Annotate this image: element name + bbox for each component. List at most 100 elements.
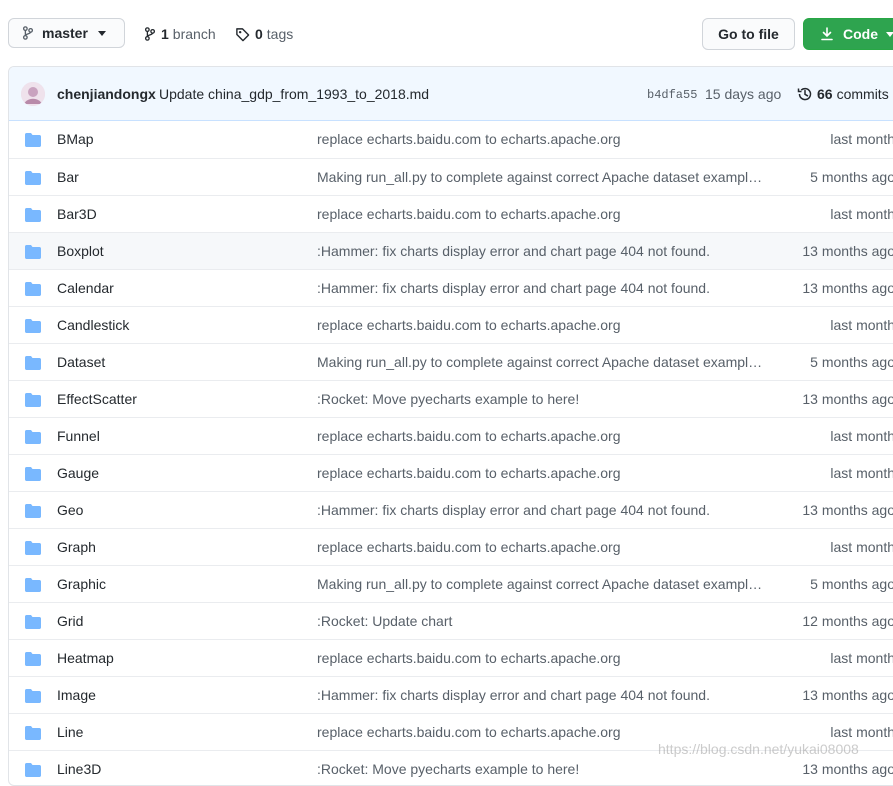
tags-count: 0 [255, 26, 263, 42]
file-name[interactable]: Line3D [57, 761, 101, 777]
avatar[interactable] [21, 82, 45, 106]
file-row[interactable]: Gauge replace echarts.baidu.com to echart… [9, 454, 893, 491]
file-row[interactable]: Line3D :Rocket: Move pyecharts example to… [9, 750, 893, 785]
file-commit-age: 5 months ago [810, 354, 893, 370]
history-icon [797, 87, 812, 101]
file-row[interactable]: BMap replace echarts.baidu.com to echarts… [9, 121, 893, 158]
file-name[interactable]: BMap [57, 131, 94, 147]
commit-count-label: commits [836, 86, 889, 102]
chevron-down-icon [886, 31, 893, 37]
file-commit-message[interactable]: :Rocket: Update chart [317, 613, 779, 629]
file-commit-message[interactable]: replace echarts.baidu.com to echarts.apa… [317, 206, 779, 222]
repo-toolbar: master 1 branch 0 tags Go to file Code [0, 0, 893, 66]
file-row[interactable]: Calendar :Hammer: fix charts display erro… [9, 269, 893, 306]
file-commit-message[interactable]: replace echarts.baidu.com to echarts.apa… [317, 724, 779, 740]
branch-select-button[interactable]: master [8, 18, 125, 48]
code-button[interactable]: Code [803, 18, 893, 50]
file-commit-age: 13 months ago [802, 280, 893, 296]
file-commit-age: last month [830, 465, 893, 481]
folder-icon [25, 726, 41, 740]
folder-icon [25, 133, 41, 147]
file-commit-age: last month [830, 131, 893, 147]
file-name[interactable]: Grid [57, 613, 83, 629]
file-commit-message[interactable]: Making run_all.py to complete against co… [317, 354, 779, 370]
file-row[interactable]: Dataset Making run_all.py to complete aga… [9, 343, 893, 380]
tag-icon [236, 27, 250, 41]
branch-name: master [42, 25, 88, 41]
file-row[interactable]: Heatmap replace echarts.baidu.com to echa… [9, 639, 893, 676]
file-name[interactable]: Graph [57, 539, 96, 555]
folder-icon [25, 393, 41, 407]
folder-icon [25, 282, 41, 296]
file-commit-age: last month [830, 539, 893, 555]
file-commit-message[interactable]: :Hammer: fix charts display error and ch… [317, 502, 779, 518]
file-commit-message[interactable]: replace echarts.baidu.com to echarts.apa… [317, 428, 779, 444]
folder-icon [25, 763, 41, 777]
download-icon [821, 27, 833, 41]
file-commit-age: 5 months ago [810, 576, 893, 592]
file-commit-message[interactable]: replace echarts.baidu.com to echarts.apa… [317, 650, 779, 666]
file-name[interactable]: Bar3D [57, 206, 97, 222]
file-name[interactable]: Line [57, 724, 83, 740]
file-name[interactable]: EffectScatter [57, 391, 137, 407]
file-row[interactable]: Image :Hammer: fix charts display error a… [9, 676, 893, 713]
tags-link[interactable]: 0 tags [235, 26, 293, 42]
file-commit-message[interactable]: replace echarts.baidu.com to echarts.apa… [317, 539, 779, 555]
file-name[interactable]: Candlestick [57, 317, 129, 333]
file-commit-message[interactable]: :Rocket: Move pyecharts example to here! [317, 391, 779, 407]
folder-icon [25, 652, 41, 666]
file-commit-age: last month [830, 206, 893, 222]
tags-label: tags [266, 26, 294, 42]
file-row[interactable]: Line replace echarts.baidu.com to echarts… [9, 713, 893, 750]
file-name[interactable]: Bar [57, 169, 79, 185]
commit-sha[interactable]: b4dfa55 [647, 88, 697, 102]
file-row[interactable]: Candlestick replace echarts.baidu.com to … [9, 306, 893, 343]
file-commit-age: last month [830, 428, 893, 444]
file-name[interactable]: Calendar [57, 280, 114, 296]
file-row[interactable]: Grid:Rocket: Update chart 12 months ago [9, 602, 893, 639]
file-row[interactable]: Geo :Hammer: fix charts display error and… [9, 491, 893, 528]
file-commit-age: last month [830, 317, 893, 333]
file-browser: chenjiandongx Update china_gdp_from_1993… [8, 66, 893, 786]
file-commit-message[interactable]: replace echarts.baidu.com to echarts.apa… [317, 317, 779, 333]
folder-icon [25, 615, 41, 629]
file-name[interactable]: Graphic [57, 576, 106, 592]
file-row[interactable]: Graph replace echarts.baidu.com to echart… [9, 528, 893, 565]
file-name[interactable]: Gauge [57, 465, 99, 481]
file-row[interactable]: Boxplot :Hammer: fix charts display error… [9, 232, 893, 269]
file-name[interactable]: Dataset [57, 354, 105, 370]
file-commit-message[interactable]: Making run_all.py to complete against co… [317, 576, 779, 592]
file-commit-message[interactable]: :Rocket: Move pyecharts example to here! [317, 761, 779, 777]
file-row[interactable]: Bar Making run_all.py to complete against… [9, 158, 893, 195]
file-row[interactable]: Funnel replace echarts.baidu.com to echar… [9, 417, 893, 454]
file-commit-age: 13 months ago [802, 687, 893, 703]
file-commit-message[interactable]: replace echarts.baidu.com to echarts.apa… [317, 131, 779, 147]
file-row[interactable]: EffectScatter :Rocket: Move pyecharts exa… [9, 380, 893, 417]
file-commit-age: 13 months ago [802, 761, 893, 777]
file-name[interactable]: Funnel [57, 428, 100, 444]
folder-icon [25, 319, 41, 333]
commit-message[interactable]: Update china_gdp_from_1993_to_2018.md [159, 86, 429, 102]
file-name[interactable]: Geo [57, 502, 83, 518]
file-commit-message[interactable]: :Hammer: fix charts display error and ch… [317, 687, 779, 703]
git-branch-icon [22, 26, 34, 40]
folder-icon [25, 245, 41, 259]
branches-link[interactable]: 1 branch [144, 26, 216, 42]
file-name[interactable]: Image [57, 687, 96, 703]
file-row[interactable]: Graphic Making run_all.py to complete aga… [9, 565, 893, 602]
file-commit-age: last month [830, 650, 893, 666]
commits-link[interactable]: 66 commits [797, 86, 889, 102]
file-row[interactable]: Bar3D replace echarts.baidu.com to echart… [9, 195, 893, 232]
file-name[interactable]: Heatmap [57, 650, 114, 666]
branches-count: 1 [161, 26, 169, 42]
file-commit-message[interactable]: Making run_all.py to complete against co… [317, 169, 779, 185]
file-commit-message[interactable]: :Hammer: fix charts display error and ch… [317, 243, 779, 259]
file-commit-message[interactable]: :Hammer: fix charts display error and ch… [317, 280, 779, 296]
go-to-file-button[interactable]: Go to file [702, 18, 795, 50]
file-commit-message[interactable]: replace echarts.baidu.com to echarts.apa… [317, 465, 779, 481]
file-name[interactable]: Boxplot [57, 243, 104, 259]
code-button-label: Code [843, 26, 878, 42]
commit-author[interactable]: chenjiandongx [57, 86, 156, 102]
file-commit-age: 5 months ago [810, 169, 893, 185]
file-commit-age: 13 months ago [802, 502, 893, 518]
